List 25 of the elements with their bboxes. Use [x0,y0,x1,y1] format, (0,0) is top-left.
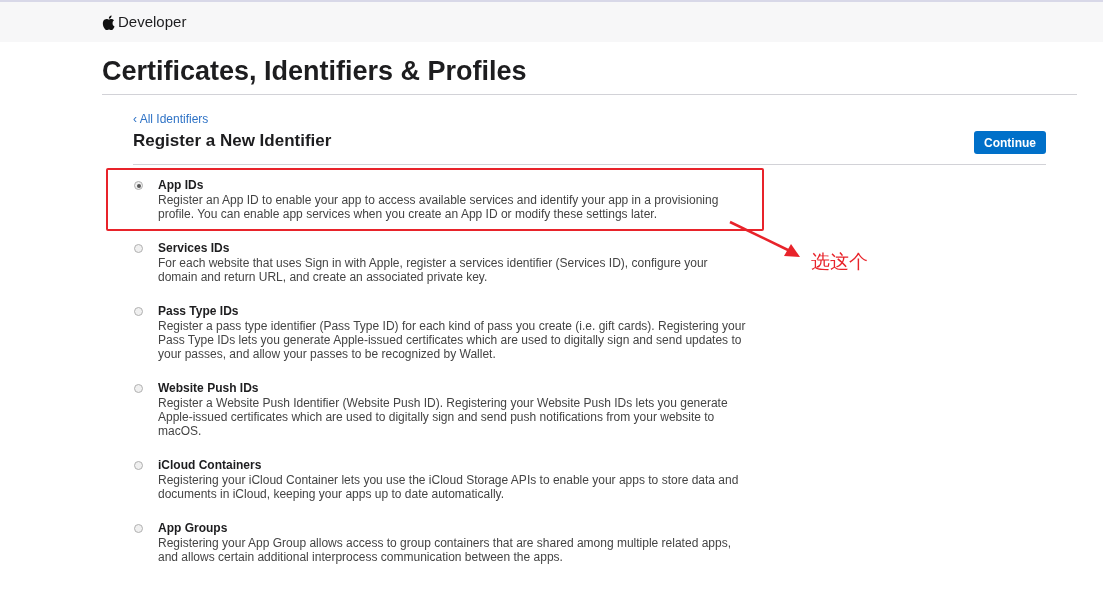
option-description: Registering your App Group allows access to group containers that are shared among multiple related apps, and allows certain additional interprocess communication between the apps. [158,536,732,564]
option-title: Services IDs [158,241,231,256]
option-description: Register a Website Push Identifier (Website Push ID). Registering your Website Push IDs lets you generate Apple-issued certificates which are used to digitally sign and send push notifications from your website to macOS. [158,396,729,438]
option-title: App IDs [158,178,205,193]
option-description: For each website that uses Sign in with Apple, register a services identifier (Services ID), configure your domain and return URL, and create an associated private key. [158,256,709,284]
option-title: App Groups [158,521,229,536]
back-link[interactable]: ‹ All Identifiers [133,112,1046,126]
radio-button[interactable] [134,461,143,470]
option-title: Website Push IDs [158,381,260,396]
radio-button[interactable] [134,384,143,393]
option-description: Register a pass type identifier (Pass Type ID) for each kind of pass you create (i.e. gift cards). Registering your Pass Type IDs lets you generate Apple-issued certificates which are used to digitally sign and send updates to your passes, and allow your passes to be recognized by Wallet. [158,319,747,361]
annotation-label: 选这个 [811,250,868,274]
option-description: Register an App ID to enable your app to access available services and identify your app in a provisioning profile. You can enable app services when you create an App ID or modify these settings later. [158,193,720,221]
continue-button[interactable]: Continue [974,131,1046,154]
radio-button[interactable] [134,524,143,533]
section-title: Register a New Identifier [133,130,332,152]
page-title: Certificates, Identifiers & Profiles [102,55,528,88]
radio-button[interactable] [134,307,143,316]
radio-button[interactable] [134,244,143,253]
apple-logo-icon[interactable] [102,14,115,30]
brand-name[interactable]: Developer [118,10,187,34]
option-title: iCloud Containers [158,458,263,473]
option-description: Registering your iCloud Container lets you use the iCloud Storage APIs to enable your apps to store data and documents in iCloud, keeping your apps up to date automatically. [158,473,740,501]
radio-button[interactable] [134,181,143,190]
option-title: Pass Type IDs [158,304,240,319]
